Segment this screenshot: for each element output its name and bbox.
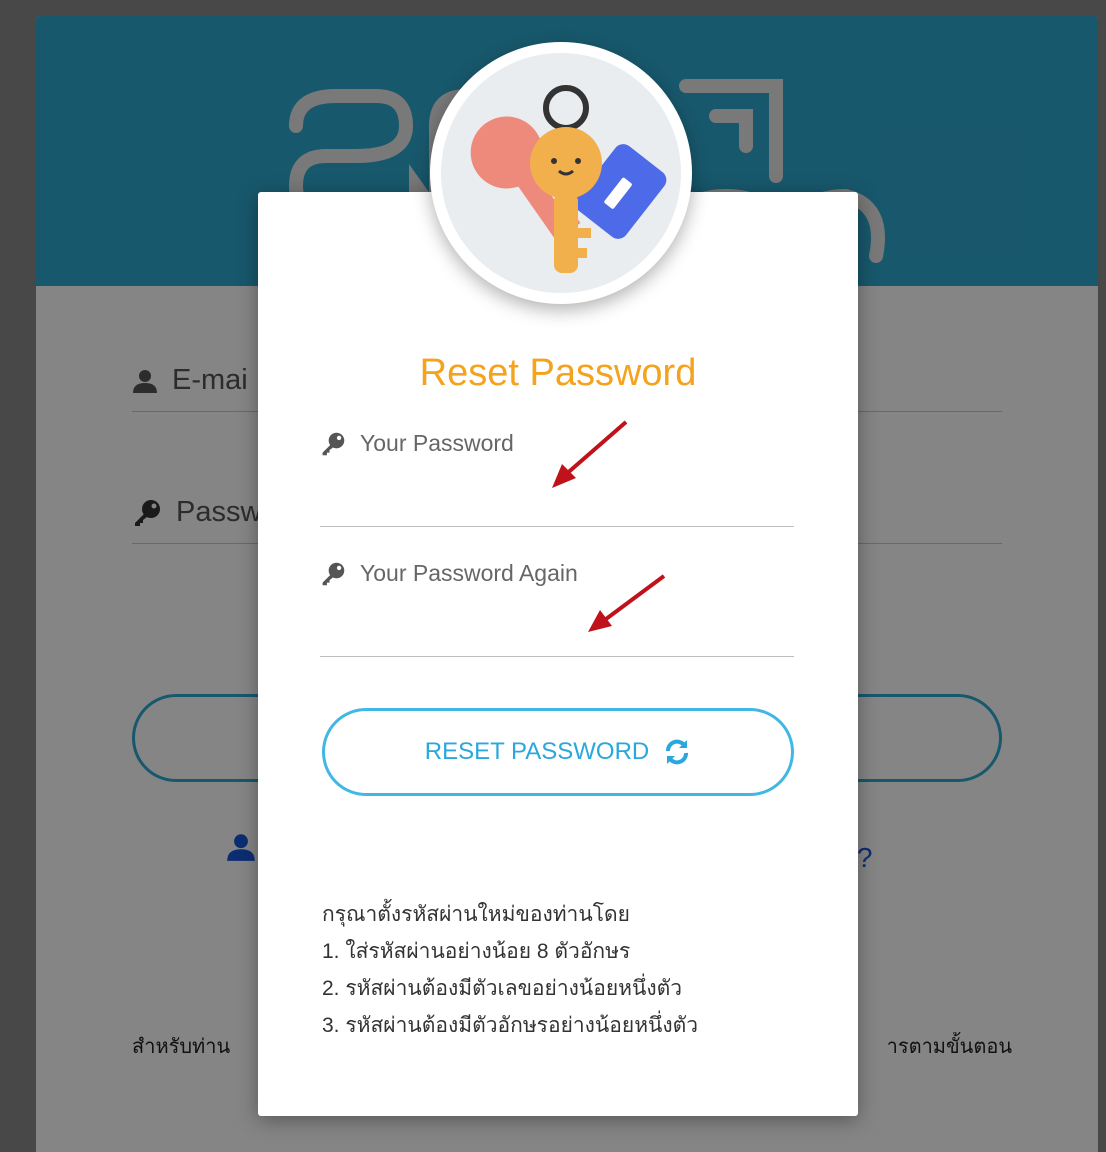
password-underline (320, 526, 794, 527)
key-icon (322, 432, 345, 455)
reset-password-button[interactable]: RESET PASSWORD (322, 708, 794, 796)
keys-illustration (430, 42, 692, 304)
modal-title: Reset Password (419, 352, 697, 394)
password-again-label: Your Password Again (320, 560, 578, 587)
instruction-line: 3. รหัสผ่านต้องมีตัวอักษรอย่างน้อยหนึ่งต… (322, 1014, 699, 1037)
keys-icon (470, 85, 667, 273)
password-again-label-text: Your Password Again (360, 560, 578, 586)
instruction-line: 2. รหัสผ่านต้องมีตัวเลขอย่างน้อยหนึ่งตัว (322, 977, 683, 1000)
instruction-line: กรุณาตั้งรหัสผ่านใหม่ของท่านโดย (322, 903, 630, 926)
password-instructions: กรุณาตั้งรหัสผ่านใหม่ของท่านโดย 1. ใส่รห… (322, 896, 698, 1044)
instruction-line: 1. ใส่รหัสผ่านอย่างน้อย 8 ตัวอักษร (322, 940, 631, 963)
key-icon (322, 562, 345, 585)
reset-button-label: RESET PASSWORD (424, 738, 650, 765)
password-again-underline (320, 656, 794, 657)
password-again-input[interactable] (320, 602, 794, 652)
password-label: Your Password (320, 430, 514, 457)
reset-password-modal: Reset Password Your Password Your Passwo… (258, 192, 858, 1116)
annotation-arrow-icon (552, 420, 628, 488)
refresh-icon (666, 739, 689, 765)
password-label-text: Your Password (360, 430, 514, 456)
annotation-arrow-icon (588, 574, 666, 632)
